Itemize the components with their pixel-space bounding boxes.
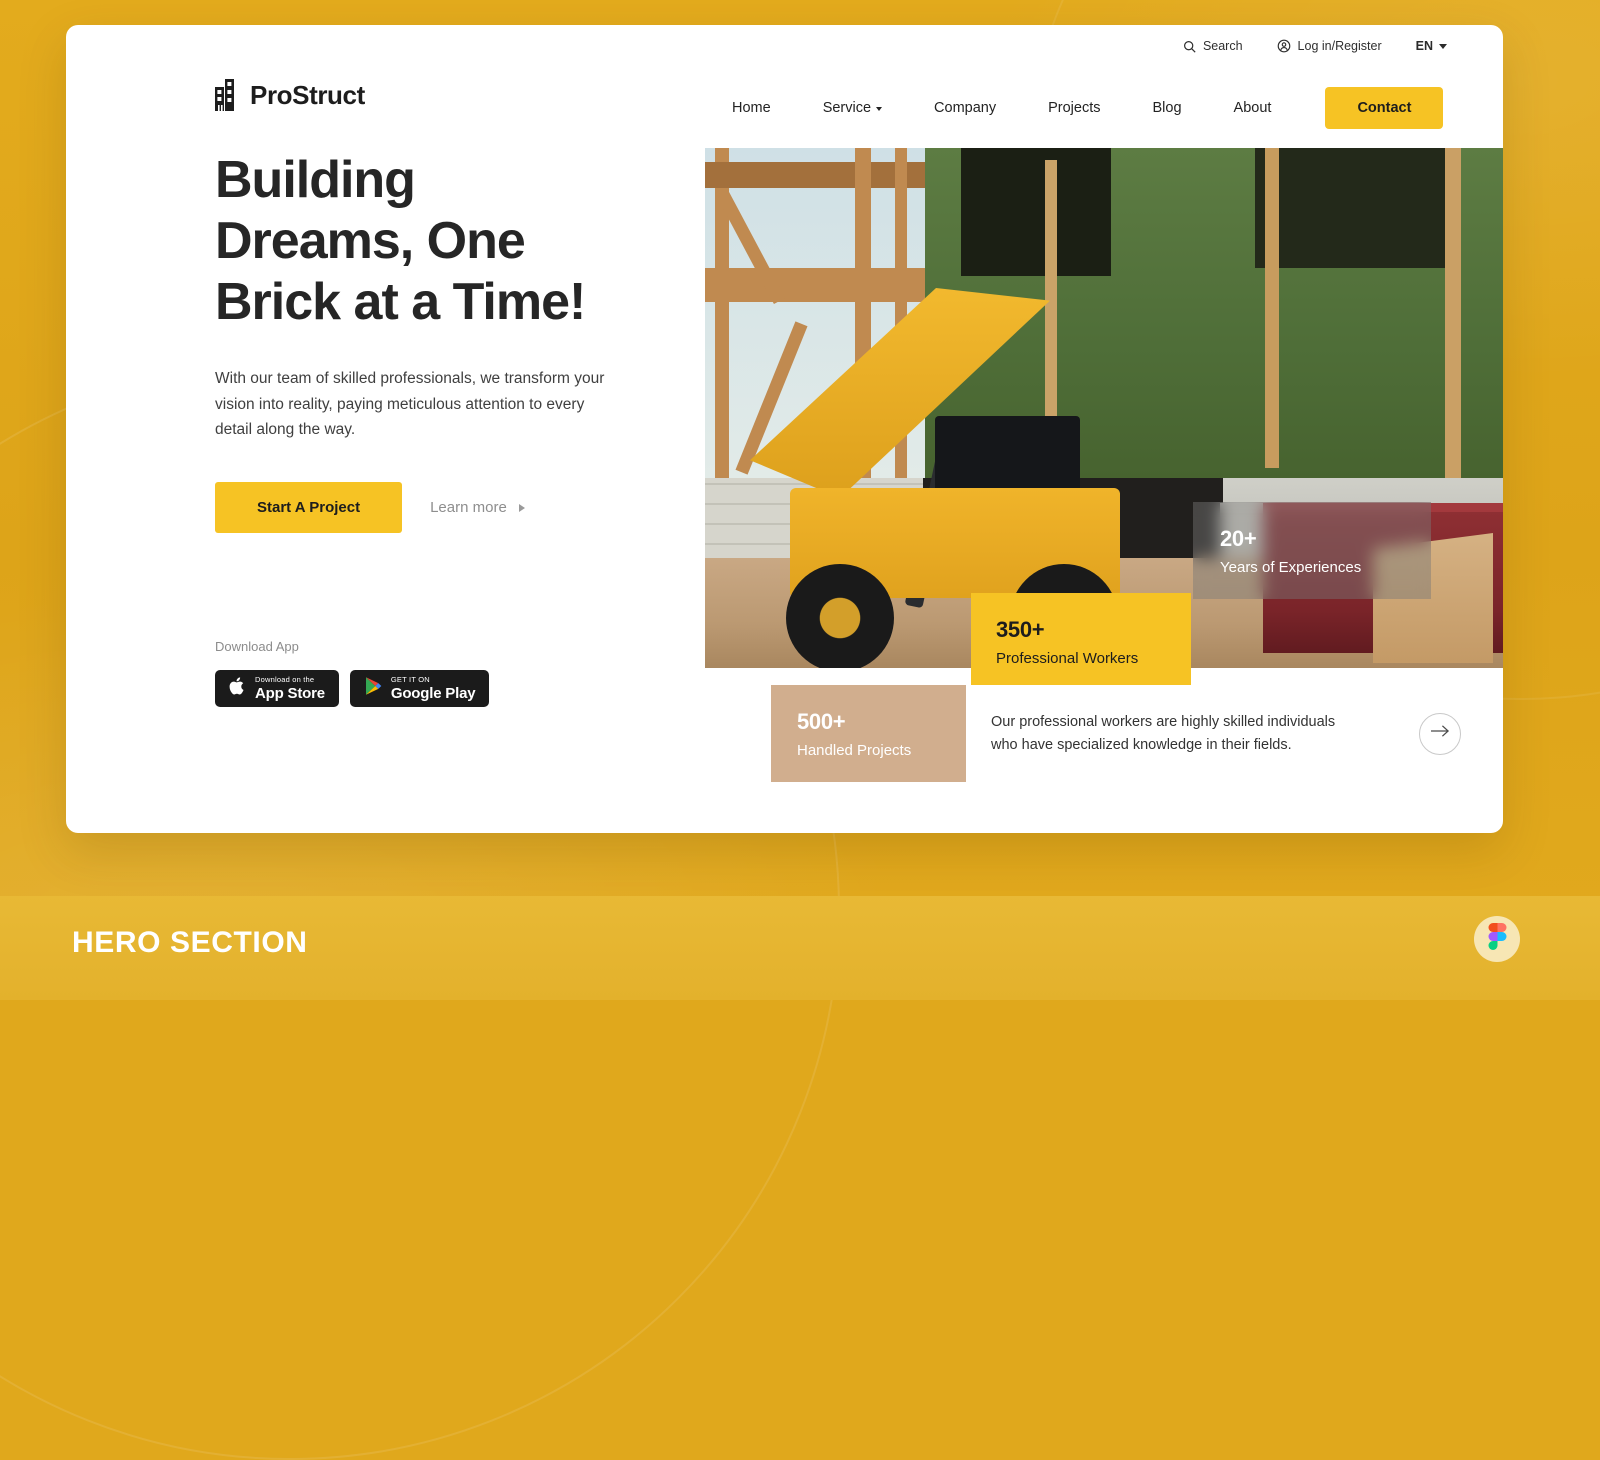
page-title: Building Dreams, One Brick at a Time! xyxy=(215,150,635,332)
app-store-badge[interactable]: Download on the App Store xyxy=(215,670,339,708)
hero-card: Search Log in/Register EN ProStruct Home… xyxy=(66,25,1503,833)
nav-item-about[interactable]: About xyxy=(1208,100,1298,116)
main-navigation: Home Service Company Projects Blog About… xyxy=(706,87,1444,129)
nav-item-projects[interactable]: Projects xyxy=(1022,100,1126,116)
stat-experience-number: 20+ xyxy=(1220,526,1257,551)
app-badges: Download on the App Store GET IT ON Goog… xyxy=(215,670,635,708)
stat-workers-number: 350+ xyxy=(996,617,1045,642)
logo-text: ProStruct xyxy=(250,79,365,110)
hero-subtext: With our team of skilled professionals, … xyxy=(215,370,605,438)
user-circle-icon xyxy=(1277,39,1291,53)
banner-title: HERO SECTION xyxy=(72,926,308,959)
logo[interactable]: ProStruct xyxy=(215,79,365,111)
stat-card-projects: 500+ Handled Projects xyxy=(771,685,966,782)
stat-projects-number: 500+ xyxy=(797,709,846,734)
headline-line-1: Building xyxy=(215,151,416,209)
search-icon xyxy=(1183,40,1196,53)
nav-label: Company xyxy=(934,100,997,116)
nav-label: About xyxy=(1233,100,1272,116)
download-app-label: Download App xyxy=(215,639,299,655)
hero-section-banner: HERO SECTION xyxy=(0,896,1600,1000)
description-text: Our professional workers are highly skil… xyxy=(991,714,1336,753)
login-register-label: Log in/Register xyxy=(1297,39,1382,53)
next-arrow-button[interactable] xyxy=(1419,712,1461,755)
nav-item-service[interactable]: Service xyxy=(797,100,908,116)
stat-card-experience: 20+ Years of Experiences xyxy=(1193,502,1431,599)
search-label: Search xyxy=(1202,39,1243,53)
language-selector[interactable]: EN xyxy=(1416,39,1447,53)
arrow-right-icon xyxy=(1430,724,1450,743)
stat-workers-label: Professional Workers xyxy=(996,650,1139,667)
nav-item-blog[interactable]: Blog xyxy=(1127,100,1208,116)
cta-row: Start A Project Learn more xyxy=(215,482,635,534)
telehandler-wheel-front xyxy=(786,564,894,668)
language-label: EN xyxy=(1415,39,1433,53)
building-logo-icon xyxy=(215,79,241,111)
login-register-button[interactable]: Log in/Register xyxy=(1277,39,1382,53)
app-store-bottom-label: App Store xyxy=(255,684,325,702)
figma-badge[interactable] xyxy=(1474,916,1520,962)
nav-item-home[interactable]: Home xyxy=(706,100,797,116)
nav-label: Projects xyxy=(1048,100,1101,116)
google-play-top-label: GET IT ON xyxy=(390,675,430,685)
stat-card-workers: 350+ Professional Workers xyxy=(971,593,1191,693)
nav-label: Service xyxy=(822,100,872,116)
utility-bar: Search Log in/Register EN xyxy=(1183,39,1447,53)
contact-button[interactable]: Contact xyxy=(1325,87,1444,129)
figma-icon xyxy=(1488,922,1507,956)
stat-projects-label: Handled Projects xyxy=(797,742,912,759)
start-a-project-button[interactable]: Start A Project xyxy=(215,482,403,534)
learn-more-link[interactable]: Learn more xyxy=(430,499,525,516)
nav-label: Home xyxy=(732,100,771,116)
google-play-badge[interactable]: GET IT ON Google Play xyxy=(349,670,490,708)
app-store-top-label: Download on the xyxy=(255,675,315,685)
nav-item-company[interactable]: Company xyxy=(908,100,1022,116)
nav-label: Blog xyxy=(1152,100,1182,116)
chevron-down-icon xyxy=(1439,43,1447,49)
headline-line-2: Dreams, One xyxy=(215,211,526,270)
apple-icon xyxy=(229,676,246,701)
hero-text-column: Building Dreams, One Brick at a Time! Wi… xyxy=(215,150,635,708)
google-play-bottom-label: Google Play xyxy=(390,684,476,702)
site-header: ProStruct Home Service Company Projects … xyxy=(66,65,1503,145)
triangle-right-icon xyxy=(518,503,525,512)
google-play-icon xyxy=(364,676,382,701)
headline-line-3: Brick at a Time! xyxy=(215,272,586,331)
stat-experience-label: Years of Experiences xyxy=(1220,559,1362,576)
learn-more-label: Learn more xyxy=(430,499,507,517)
description-bar: Our professional workers are highly skil… xyxy=(966,685,1503,782)
chevron-down-icon xyxy=(876,107,883,111)
search-button[interactable]: Search xyxy=(1183,39,1243,53)
